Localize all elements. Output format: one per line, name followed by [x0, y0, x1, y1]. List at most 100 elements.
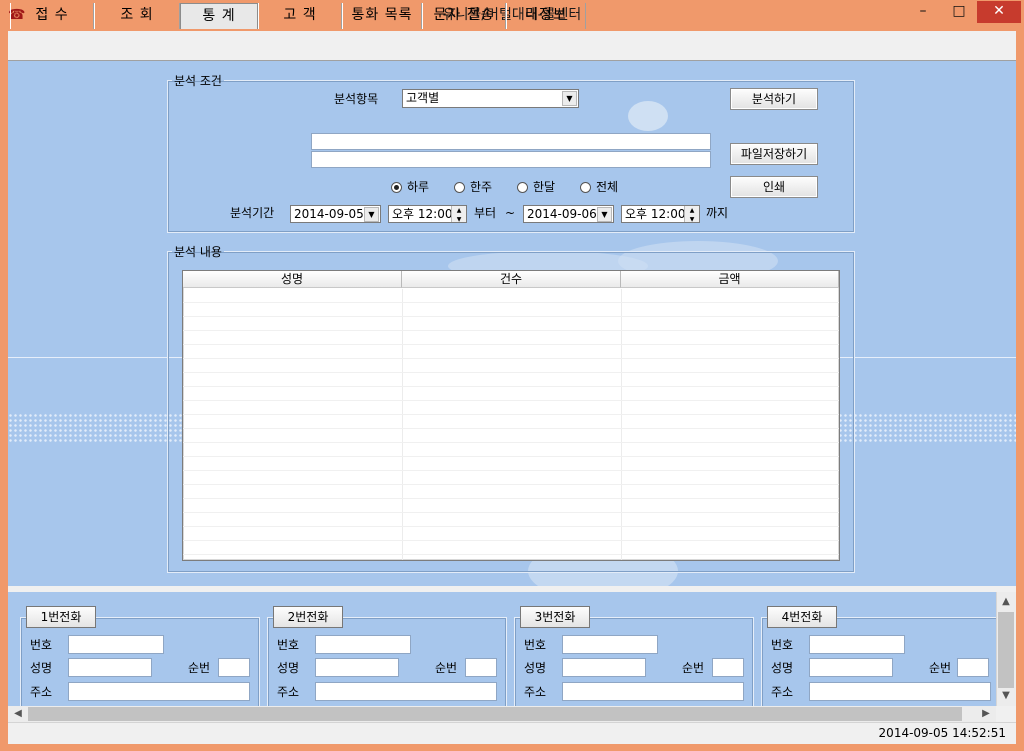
phone-3-order-input[interactable] — [712, 658, 744, 677]
phone-lines-panel: 1번전화 번호 성명 순번 주소 2번전화 번호 성명 순번 주소 3번전화 번… — [8, 592, 996, 706]
start-date-picker[interactable]: 2014-09-05 ▼ — [290, 205, 381, 223]
end-date-picker[interactable]: 2014-09-06 ▼ — [523, 205, 614, 223]
period-radio-month[interactable] — [517, 182, 528, 193]
phone-1-tab[interactable]: 1번전화 — [26, 606, 96, 628]
phone-2-name-input[interactable] — [315, 658, 399, 677]
analysis-item-select[interactable]: 고객별 ▼ — [402, 89, 579, 108]
table-row[interactable] — [183, 345, 839, 359]
period-radio-all[interactable] — [580, 182, 591, 193]
from-label: 부터 — [474, 206, 497, 220]
phone-3-number-input[interactable] — [562, 635, 658, 654]
table-row[interactable] — [183, 485, 839, 499]
main-tab-bar — [8, 31, 1016, 61]
chevron-down-icon[interactable]: ▼ — [998, 688, 1014, 704]
minimize-button[interactable]: – — [905, 1, 941, 23]
table-row[interactable] — [183, 373, 839, 387]
column-header-amount[interactable]: 금액 — [621, 271, 839, 288]
table-row[interactable] — [183, 555, 839, 560]
phone-3-name-input[interactable] — [562, 658, 646, 677]
period-label-all: 전체 — [596, 180, 619, 194]
phone-4-tab[interactable]: 4번전화 — [767, 606, 837, 628]
phone-3-address-input[interactable] — [562, 682, 744, 701]
table-row[interactable] — [183, 415, 839, 429]
status-datetime: 2014-09-05 14:52:51 — [878, 726, 1006, 740]
analysis-condition-legend: 분석 조건 — [174, 74, 222, 88]
chevron-down-icon[interactable]: ▼ — [562, 91, 577, 106]
analysis-item-label: 분석항목 — [334, 92, 379, 106]
vertical-scroll-thumb[interactable] — [998, 612, 1014, 688]
tab-call-list[interactable]: 통화 목록 — [342, 3, 422, 29]
table-row[interactable] — [183, 317, 839, 331]
start-time-spinner[interactable]: 오후 12:00 ▲ ▼ — [388, 205, 467, 223]
end-date-value: 2014-09-06 — [527, 207, 597, 221]
phone-1-address-input[interactable] — [68, 682, 250, 701]
phone-3-name-label: 성명 — [524, 661, 547, 675]
phone-2-number-input[interactable] — [315, 635, 411, 654]
phone-4-address-input[interactable] — [809, 682, 991, 701]
period-radio-day[interactable] — [391, 182, 402, 193]
chevron-left-icon[interactable]: ◀ — [10, 706, 26, 722]
phone-4-name-input[interactable] — [809, 658, 893, 677]
period-radio-week[interactable] — [454, 182, 465, 193]
phone-2-order-input[interactable] — [465, 658, 497, 677]
start-date-value: 2014-09-05 — [294, 207, 364, 221]
phone-1-number-input[interactable] — [68, 635, 164, 654]
period-label-week: 한주 — [470, 180, 493, 194]
table-row[interactable] — [183, 359, 839, 373]
chevron-down-icon[interactable]: ▼ — [597, 207, 612, 222]
phone-1-name-label: 성명 — [30, 661, 53, 675]
table-row[interactable] — [183, 289, 839, 303]
phone-1-order-input[interactable] — [218, 658, 250, 677]
table-row[interactable] — [183, 331, 839, 345]
save-file-button[interactable]: 파일저장하기 — [730, 143, 818, 165]
chevron-right-icon[interactable]: ▶ — [978, 706, 994, 722]
print-button[interactable]: 인쇄 — [730, 176, 818, 198]
table-row[interactable] — [183, 499, 839, 513]
table-row[interactable] — [183, 401, 839, 415]
table-body — [183, 289, 839, 560]
tab-sms-send[interactable]: 문자 전송 — [422, 3, 506, 29]
phone-4-number-input[interactable] — [809, 635, 905, 654]
horizontal-scroll-thumb[interactable] — [28, 707, 962, 721]
phone-3-tab[interactable]: 3번전화 — [520, 606, 590, 628]
phone-2-tab[interactable]: 2번전화 — [273, 606, 343, 628]
maximize-button[interactable]: □ — [941, 1, 977, 23]
chevron-up-icon[interactable]: ▲ — [998, 594, 1014, 610]
column-header-count[interactable]: 건수 — [402, 271, 621, 288]
tab-customer[interactable]: 고 객 — [258, 3, 342, 29]
end-time-value: 오후 12:00 — [625, 207, 686, 221]
table-row[interactable] — [183, 387, 839, 401]
column-header-name[interactable]: 성명 — [183, 271, 402, 288]
phone-2-address-input[interactable] — [315, 682, 497, 701]
phone-2-name-label: 성명 — [277, 661, 300, 675]
phone-2-number-label: 번호 — [277, 638, 300, 652]
chevron-down-icon[interactable]: ▼ — [364, 207, 379, 222]
table-row[interactable] — [183, 471, 839, 485]
analyze-button[interactable]: 분석하기 — [730, 88, 818, 110]
tab-inquiry[interactable]: 조 회 — [94, 3, 180, 29]
table-row[interactable] — [183, 303, 839, 317]
spin-updown-icon[interactable]: ▲ ▼ — [684, 206, 699, 223]
spin-updown-icon[interactable]: ▲ ▼ — [451, 206, 466, 223]
tab-reception[interactable]: 접 수 — [10, 3, 94, 29]
phone-4-order-input[interactable] — [957, 658, 989, 677]
phone-2-order-label: 순번 — [435, 661, 458, 675]
start-time-value: 오후 12:00 — [392, 207, 453, 221]
tab-statistics[interactable]: 통 계 — [180, 3, 258, 29]
table-row[interactable] — [183, 513, 839, 527]
analysis-result-table[interactable]: 성명 건수 금액 — [182, 270, 840, 561]
phone-2-address-label: 주소 — [277, 685, 300, 699]
phone-1-name-input[interactable] — [68, 658, 152, 677]
analysis-content-legend: 분석 내용 — [174, 245, 222, 259]
table-row[interactable] — [183, 527, 839, 541]
phone-1-order-label: 순번 — [188, 661, 211, 675]
table-row[interactable] — [183, 429, 839, 443]
close-button[interactable]: ✕ — [977, 1, 1021, 23]
table-row[interactable] — [183, 541, 839, 555]
table-row[interactable] — [183, 457, 839, 471]
analysis-info-field-2 — [311, 151, 711, 168]
table-row[interactable] — [183, 443, 839, 457]
tab-my-info[interactable]: 내정보 — [506, 3, 586, 29]
end-time-spinner[interactable]: 오후 12:00 ▲ ▼ — [621, 205, 700, 223]
phone-1-address-label: 주소 — [30, 685, 53, 699]
